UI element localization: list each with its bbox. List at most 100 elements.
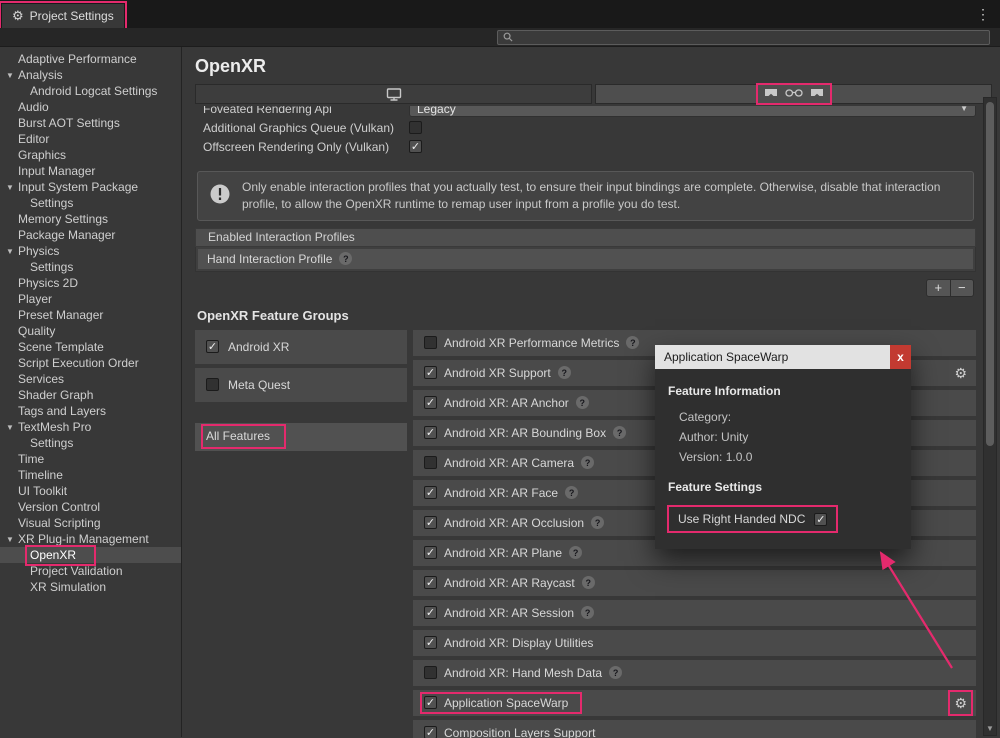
sidebar-item-label: Visual Scripting xyxy=(18,516,101,530)
feature-checkbox[interactable] xyxy=(424,576,437,589)
feature-group-checkbox[interactable] xyxy=(206,340,219,353)
feature-label: Android XR: AR Raycast xyxy=(444,576,575,590)
sidebar-item[interactable]: Project Validation xyxy=(0,563,181,579)
feature-toggle-group: Android XR: AR Session ? xyxy=(422,604,606,622)
help-icon[interactable]: ? xyxy=(582,576,595,589)
feature-checkbox[interactable] xyxy=(424,426,437,439)
setting-checkbox[interactable] xyxy=(409,121,422,134)
help-icon[interactable]: ? xyxy=(581,606,594,619)
scrollbar-thumb[interactable] xyxy=(986,102,994,446)
ndc-checkbox[interactable] xyxy=(814,513,827,526)
sidebar-item[interactable]: OpenXR xyxy=(0,547,181,563)
close-icon[interactable]: x xyxy=(890,345,911,369)
feature-label: Composition Layers Support xyxy=(444,726,595,738)
sidebar-item[interactable]: Graphics xyxy=(0,147,181,163)
feature-checkbox[interactable] xyxy=(424,606,437,619)
foldout-arrow-icon[interactable]: ▼ xyxy=(6,423,18,432)
feature-checkbox[interactable] xyxy=(424,726,437,738)
sidebar-item[interactable]: Editor xyxy=(0,131,181,147)
sidebar-item[interactable]: Memory Settings xyxy=(0,211,181,227)
foldout-arrow-icon[interactable]: ▼ xyxy=(6,183,18,192)
foldout-arrow-icon[interactable]: ▼ xyxy=(6,247,18,256)
sidebar-item[interactable]: ▼ Analysis xyxy=(0,67,181,83)
help-icon[interactable]: ? xyxy=(613,426,626,439)
setting-checkbox[interactable] xyxy=(409,140,422,153)
search-input[interactable] xyxy=(517,32,984,44)
sidebar-item[interactable]: Quality xyxy=(0,323,181,339)
interaction-profile-row[interactable]: Hand Interaction Profile ? xyxy=(198,249,973,269)
help-icon[interactable]: ? xyxy=(339,252,352,265)
help-icon[interactable]: ? xyxy=(626,336,639,349)
foldout-arrow-icon[interactable]: ▼ xyxy=(6,535,18,544)
scrollbar-down-arrow[interactable]: ▼ xyxy=(984,724,996,733)
help-icon[interactable]: ? xyxy=(609,666,622,679)
add-profile-button[interactable]: + xyxy=(927,280,951,296)
feature-checkbox[interactable] xyxy=(424,336,437,349)
sidebar-item[interactable]: Visual Scripting xyxy=(0,515,181,531)
feature-row[interactable]: Android XR: AR Session ? ⚙ xyxy=(413,600,976,626)
feature-toggle-group: Android XR: AR Face ? xyxy=(422,484,590,502)
vertical-scrollbar[interactable]: ▼ xyxy=(983,97,997,736)
help-icon[interactable]: ? xyxy=(581,456,594,469)
feature-settings-gear-icon[interactable]: ⚙ xyxy=(954,696,967,710)
help-icon[interactable]: ? xyxy=(591,516,604,529)
all-features-button[interactable]: All Features xyxy=(195,423,407,451)
sidebar-item[interactable]: Script Execution Order xyxy=(0,355,181,371)
sidebar-item[interactable]: UI Toolkit xyxy=(0,483,181,499)
sidebar-item[interactable]: Services xyxy=(0,371,181,387)
feature-group-row[interactable]: Meta Quest xyxy=(195,368,407,402)
sidebar-item[interactable]: Settings xyxy=(0,195,181,211)
sidebar-item[interactable]: Settings xyxy=(0,259,181,275)
project-settings-tab[interactable]: ⚙ Project Settings xyxy=(2,4,124,28)
sidebar-item[interactable]: ▼ TextMesh Pro xyxy=(0,419,181,435)
feature-checkbox[interactable] xyxy=(424,456,437,469)
platform-tab-desktop[interactable] xyxy=(195,84,592,104)
platform-tab-android-xr[interactable] xyxy=(595,84,992,104)
feature-settings-gear-icon[interactable]: ⚙ xyxy=(954,366,967,380)
search-field[interactable] xyxy=(497,30,990,45)
sidebar-item[interactable]: Shader Graph xyxy=(0,387,181,403)
feature-group-checkbox[interactable] xyxy=(206,378,219,391)
help-icon[interactable]: ? xyxy=(558,366,571,379)
help-icon[interactable]: ? xyxy=(576,396,589,409)
foveated-rendering-dropdown[interactable]: Legacy ▼ xyxy=(409,106,976,117)
feature-row[interactable]: Android XR: AR Raycast ? ⚙ xyxy=(413,570,976,596)
remove-profile-button[interactable]: − xyxy=(951,280,974,296)
sidebar-item[interactable]: Scene Template xyxy=(0,339,181,355)
feature-checkbox[interactable] xyxy=(424,546,437,559)
sidebar-item[interactable]: Adaptive Performance xyxy=(0,51,181,67)
sidebar-item[interactable]: ▼ XR Plug-in Management xyxy=(0,531,181,547)
feature-checkbox[interactable] xyxy=(424,486,437,499)
feature-checkbox[interactable] xyxy=(424,666,437,679)
sidebar-item[interactable]: Input Manager xyxy=(0,163,181,179)
sidebar-item[interactable]: Settings xyxy=(0,435,181,451)
feature-checkbox[interactable] xyxy=(424,696,437,709)
sidebar-item[interactable]: Player xyxy=(0,291,181,307)
sidebar-item[interactable]: Package Manager xyxy=(0,227,181,243)
sidebar-item[interactable]: Burst AOT Settings xyxy=(0,115,181,131)
feature-row[interactable]: Android XR: Display Utilities ? ⚙ xyxy=(413,630,976,656)
feature-checkbox[interactable] xyxy=(424,516,437,529)
sidebar-item[interactable]: Preset Manager xyxy=(0,307,181,323)
sidebar-item[interactable]: Audio xyxy=(0,99,181,115)
sidebar-item[interactable]: Tags and Layers xyxy=(0,403,181,419)
feature-checkbox[interactable] xyxy=(424,396,437,409)
feature-checkbox[interactable] xyxy=(424,636,437,649)
sidebar-item[interactable]: ▼ Physics xyxy=(0,243,181,259)
feature-checkbox[interactable] xyxy=(424,366,437,379)
kebab-menu-icon[interactable]: ⋮ xyxy=(976,6,990,23)
sidebar-item[interactable]: Version Control xyxy=(0,499,181,515)
help-icon[interactable]: ? xyxy=(569,546,582,559)
sidebar-item[interactable]: Time xyxy=(0,451,181,467)
sidebar-item[interactable]: XR Simulation xyxy=(0,579,181,595)
feature-group-row[interactable]: Android XR xyxy=(195,330,407,364)
foldout-arrow-icon[interactable]: ▼ xyxy=(6,71,18,80)
sidebar-item[interactable]: Android Logcat Settings xyxy=(0,83,181,99)
sidebar-item[interactable]: Timeline xyxy=(0,467,181,483)
sidebar-item[interactable]: Physics 2D xyxy=(0,275,181,291)
help-icon[interactable]: ? xyxy=(565,486,578,499)
feature-row[interactable]: Composition Layers Support ? ⚙ xyxy=(413,720,976,738)
feature-row[interactable]: Android XR: Hand Mesh Data ? ⚙ xyxy=(413,660,976,686)
feature-row[interactable]: Application SpaceWarp ? ⚙ xyxy=(413,690,976,716)
sidebar-item[interactable]: ▼ Input System Package xyxy=(0,179,181,195)
